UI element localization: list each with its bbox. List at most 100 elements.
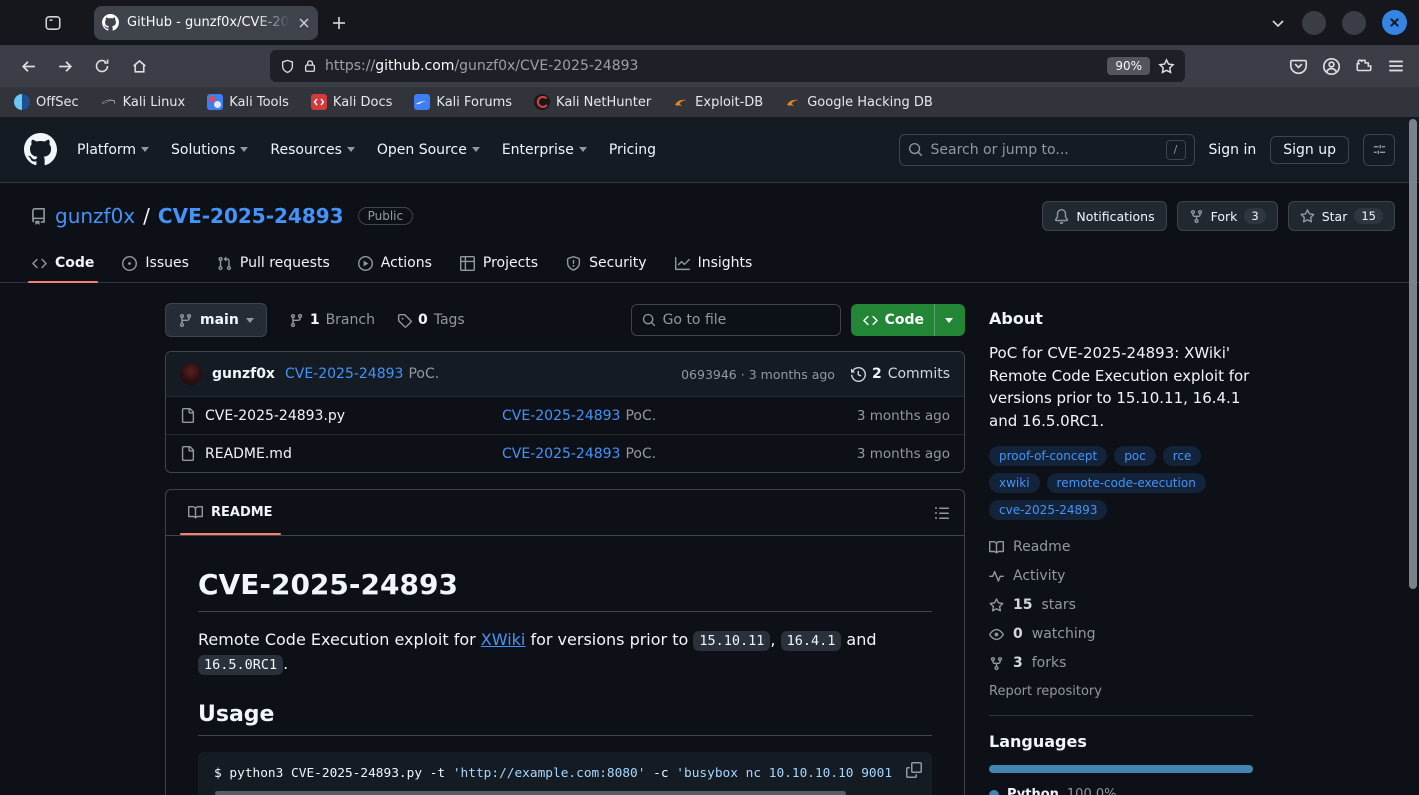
forward-button[interactable] — [49, 50, 81, 82]
bookmark-kali-tools[interactable]: Kali Tools — [207, 94, 289, 110]
zoom-level-badge[interactable]: 90% — [1107, 57, 1150, 75]
commit-sha-time[interactable]: 0693946 · 3 months ago — [681, 367, 835, 382]
back-button[interactable] — [12, 50, 44, 82]
notifications-button[interactable]: Notifications — [1042, 201, 1167, 231]
code-download-button[interactable]: Code — [850, 304, 965, 336]
extensions-icon[interactable] — [1355, 57, 1373, 75]
topic-chip[interactable]: cve-2025-24893 — [989, 500, 1108, 520]
tab-issues[interactable]: Issues — [112, 247, 199, 282]
github-search-input[interactable]: Search or jump to... / — [898, 133, 1195, 166]
commit-history-link[interactable]: 2 Commits — [850, 366, 950, 382]
topic-chip[interactable]: remote-code-execution — [1046, 473, 1206, 493]
code-horizontal-scrollbar[interactable] — [215, 791, 846, 795]
kali-linux-favicon — [101, 94, 117, 110]
language-legend-item[interactable]: Python 100.0% — [989, 787, 1253, 795]
home-icon — [132, 59, 146, 73]
bookmark-kali-linux[interactable]: Kali Linux — [101, 94, 185, 110]
page-scrollbar[interactable] — [1409, 119, 1417, 589]
bookmark-google-hacking-db[interactable]: Google Hacking DB — [785, 94, 933, 110]
tab-insights[interactable]: Insights — [665, 247, 763, 282]
file-row[interactable]: CVE-2025-24893.py CVE-2025-24893 PoC. 3 m… — [166, 396, 964, 434]
window-close-button[interactable] — [1382, 10, 1407, 35]
menu-icon[interactable] — [1387, 57, 1405, 75]
readme-intro: Remote Code Execution exploit for XWiki … — [198, 630, 877, 675]
forks-link[interactable]: 3 forks — [989, 652, 1253, 674]
reload-button[interactable] — [86, 50, 118, 82]
github-logo[interactable] — [24, 133, 57, 166]
reload-icon — [95, 59, 109, 73]
file-name-link[interactable]: README.md — [205, 446, 292, 462]
topic-chip[interactable]: poc — [1114, 446, 1156, 466]
report-repository-link[interactable]: Report repository — [989, 684, 1253, 699]
appearance-settings-button[interactable] — [1363, 133, 1395, 166]
commit-author-link[interactable]: gunzf0x — [212, 366, 275, 382]
file-row[interactable]: README.md CVE-2025-24893 PoC. 3 months ag… — [166, 434, 964, 472]
repo-owner-link[interactable]: gunzf0x — [55, 204, 135, 228]
watching-link[interactable]: 0 watching — [989, 623, 1253, 645]
nav-platform[interactable]: Platform — [77, 142, 150, 158]
tab-projects[interactable]: Projects — [450, 247, 548, 282]
readme-tab[interactable]: README — [180, 490, 281, 535]
tracking-shield-icon[interactable] — [280, 59, 295, 74]
file-commit-link[interactable]: CVE-2025-24893 — [502, 408, 620, 424]
repo-name-link[interactable]: CVE-2025-24893 — [158, 204, 344, 228]
commit-message-link[interactable]: CVE-2025-24893 — [285, 366, 403, 382]
star-button[interactable]: Star 15 — [1287, 201, 1395, 231]
tags-link[interactable]: 0 Tags — [397, 312, 465, 328]
latest-commit-row[interactable]: gunzf0x CVE-2025-24893 PoC. 0693946 · 3 … — [166, 352, 964, 396]
nav-open-source[interactable]: Open Source — [377, 142, 480, 158]
home-button[interactable] — [123, 50, 155, 82]
tab-actions[interactable]: Actions — [348, 247, 442, 282]
copy-icon[interactable] — [906, 762, 922, 778]
activity-link[interactable]: Activity — [989, 565, 1253, 587]
fork-icon — [1190, 209, 1202, 223]
tab-close-icon[interactable] — [298, 17, 310, 29]
tab-security[interactable]: Security — [556, 247, 657, 282]
go-to-file-input[interactable]: Go to file — [630, 304, 841, 336]
fork-count: 3 — [1244, 208, 1266, 224]
fork-button[interactable]: Fork 3 — [1176, 201, 1278, 231]
bookmark-kali-nethunter[interactable]: Kali NetHunter — [534, 94, 651, 110]
file-commit-link[interactable]: CVE-2025-24893 — [502, 446, 620, 462]
language-bar[interactable] — [989, 765, 1253, 773]
graph-icon — [674, 256, 690, 270]
branch-selector[interactable]: main — [165, 303, 267, 337]
nav-pricing[interactable]: Pricing — [609, 142, 656, 158]
window-maximize-button[interactable] — [1342, 10, 1366, 35]
nav-resources[interactable]: Resources — [270, 142, 355, 158]
usage-heading: Usage — [198, 702, 932, 736]
file-name-link[interactable]: CVE-2025-24893.py — [205, 408, 345, 424]
bookmark-kali-docs[interactable]: Kali Docs — [310, 94, 392, 110]
url-bar[interactable]: https://github.com/gunzf0x/CVE-2025-2489… — [270, 50, 1185, 82]
bookmark-kali-forums[interactable]: Kali Forums — [414, 94, 512, 110]
bookmark-offsec[interactable]: OffSec — [14, 94, 79, 110]
window-minimize-button[interactable] — [1302, 10, 1326, 35]
outline-button[interactable] — [934, 505, 950, 521]
tab-list-chevron-icon[interactable] — [1270, 15, 1286, 31]
browser-tab[interactable]: GitHub - gunzf0x/CVE-20 — [94, 5, 318, 40]
firefox-view-button[interactable] — [38, 8, 68, 38]
topic-chip[interactable]: proof-of-concept — [989, 446, 1108, 466]
nav-enterprise[interactable]: Enterprise — [502, 142, 587, 158]
avatar[interactable] — [180, 363, 202, 385]
branches-link[interactable]: 1 Branch — [289, 312, 375, 328]
lock-icon[interactable] — [303, 59, 317, 73]
tab-code[interactable]: Code — [22, 247, 104, 283]
pocket-icon[interactable] — [1289, 57, 1308, 76]
bookmark-exploit-db[interactable]: Exploit-DB — [673, 94, 763, 110]
account-icon[interactable] — [1322, 57, 1341, 76]
readme-link[interactable]: Readme — [989, 536, 1253, 558]
topic-chip[interactable]: xwiki — [989, 473, 1040, 493]
sign-up-button[interactable]: Sign up — [1270, 135, 1349, 164]
tab-pull-requests[interactable]: Pull requests — [207, 247, 340, 282]
bookmark-star-icon[interactable] — [1158, 57, 1175, 75]
topic-chip[interactable]: rce — [1162, 446, 1202, 466]
stars-link[interactable]: 15 stars — [989, 594, 1253, 616]
sign-in-link[interactable]: Sign in — [1209, 142, 1257, 158]
code-icon — [862, 315, 878, 325]
xwiki-link[interactable]: XWiki — [481, 630, 526, 649]
code-dropdown-caret[interactable] — [934, 304, 953, 336]
kali-forums-favicon — [414, 94, 431, 110]
nav-solutions[interactable]: Solutions — [171, 142, 249, 158]
new-tab-button[interactable] — [332, 16, 346, 30]
